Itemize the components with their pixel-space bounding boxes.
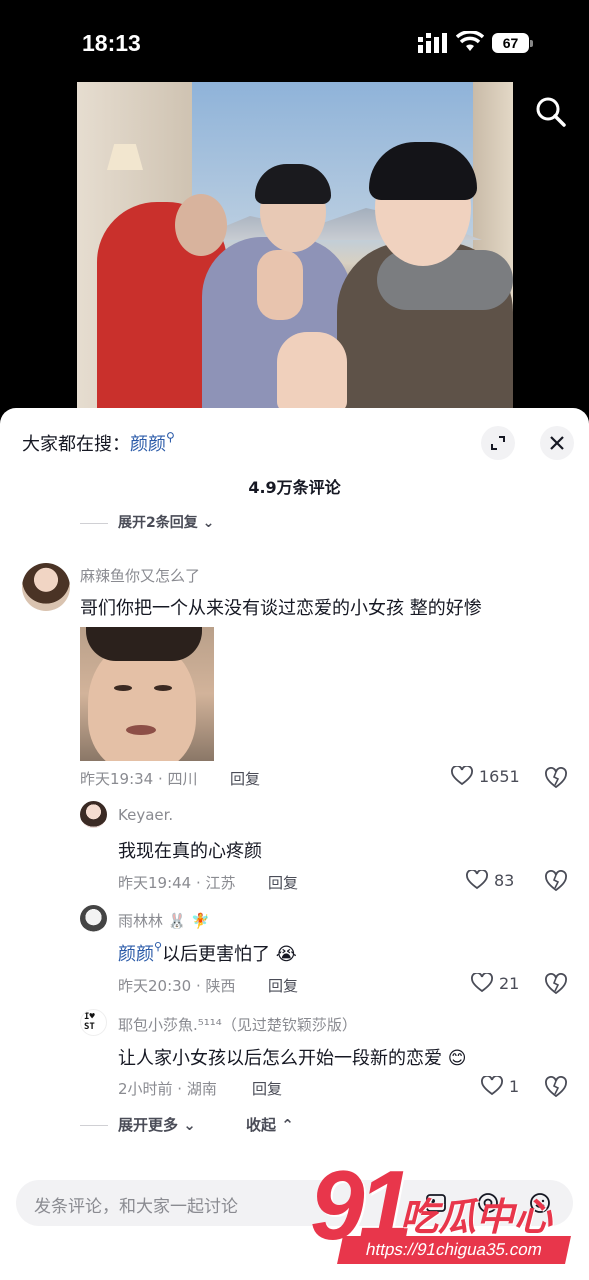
dislike-heart-icon[interactable] xyxy=(544,870,568,892)
heart-icon xyxy=(481,1076,503,1096)
search-keyword-icon: ⚲ xyxy=(154,940,163,953)
dislike-heart-icon[interactable] xyxy=(544,973,568,995)
reply-meta: 2小时前 · 湖南 xyxy=(118,1080,217,1098)
like-button[interactable]: 83 xyxy=(466,870,514,890)
comment-meta: 昨天19:34 · 四川 xyxy=(80,770,198,788)
like-button[interactable]: 21 xyxy=(471,973,519,993)
expand-button[interactable] xyxy=(481,426,515,460)
watermark-logo: 91 吃瓜中心 https://91chigua35.com xyxy=(290,1156,586,1280)
comment-image[interactable] xyxy=(80,627,214,761)
search-suggestion[interactable]: 大家都在搜：颜颜⚲ xyxy=(22,430,175,456)
status-bar: 18:13 67 xyxy=(0,0,589,86)
like-count: 21 xyxy=(499,973,520,993)
avatar[interactable] xyxy=(80,905,107,932)
chevron-down-icon: ⌄ xyxy=(183,1116,196,1134)
cellular-signal-icon xyxy=(418,33,447,53)
reply-text: 颜颜⚲以后更害怕了 😭 xyxy=(118,940,297,965)
reply-username[interactable]: Keyaer. xyxy=(118,806,173,824)
battery-level: 67 xyxy=(492,33,529,53)
comment-input-placeholder: 发条评论，和大家一起讨论 xyxy=(34,1197,238,1217)
search-keyword-icon: ⚲ xyxy=(166,430,175,444)
collapse-button[interactable]: 收起 ⌃ xyxy=(246,1114,294,1135)
status-time: 18:13 xyxy=(82,30,141,56)
chevron-up-icon: ⌃ xyxy=(281,1116,294,1134)
avatar[interactable] xyxy=(22,563,70,611)
expand-icon xyxy=(491,436,505,450)
wifi-icon xyxy=(456,31,484,51)
comments-count: 4.9万条评论 xyxy=(248,478,341,497)
dislike-heart-icon[interactable] xyxy=(544,767,568,789)
avatar[interactable] xyxy=(80,801,107,828)
heart-icon xyxy=(471,973,493,993)
like-button[interactable]: 1 xyxy=(481,1076,519,1096)
reply-button[interactable]: 回复 xyxy=(268,872,298,893)
close-button[interactable] xyxy=(540,426,574,460)
reply-meta: 昨天19:44 · 江苏 xyxy=(118,874,236,892)
heart-icon xyxy=(466,870,488,890)
reply-button[interactable]: 回复 xyxy=(252,1078,282,1099)
close-icon xyxy=(550,436,564,450)
reply-meta: 昨天20:30 · 陕西 xyxy=(118,977,236,995)
reply-button[interactable]: 回复 xyxy=(230,768,260,789)
mention-keyword[interactable]: 颜颜 xyxy=(118,944,154,965)
expand-replies-button[interactable]: 展开2条回复 ⌄ xyxy=(80,512,214,532)
search-keyword[interactable]: 颜颜 xyxy=(130,434,166,455)
dislike-heart-icon[interactable] xyxy=(544,1076,568,1098)
search-icon[interactable] xyxy=(533,94,569,130)
chevron-down-icon: ⌄ xyxy=(202,515,215,531)
avatar[interactable]: I♥ ST xyxy=(80,1009,107,1036)
like-count: 1 xyxy=(509,1076,520,1096)
watermark-url: https://91chigua35.com xyxy=(337,1236,571,1264)
reply-username[interactable]: 耶包小莎魚.⁵¹¹⁴（见过楚钦颖莎版） xyxy=(118,1014,357,1035)
like-count: 1651 xyxy=(479,766,520,786)
reply-button[interactable]: 回复 xyxy=(268,975,298,996)
reply-username[interactable]: 雨林林 🐰 🧚 xyxy=(118,910,210,931)
comment-text: 哥们你把一个从来没有谈过恋爱的小女孩 整的好惨 xyxy=(80,598,482,619)
battery-indicator: 67 xyxy=(492,33,534,53)
like-button[interactable]: 1651 xyxy=(451,766,520,786)
reply-text: 让人家小女孩以后怎么开始一段新的恋爱 😊 xyxy=(118,1048,467,1069)
comment-sheet: 大家都在搜：颜颜⚲ 4.9万条评论 展开2条回复 ⌄ 麻辣鱼你又怎么了 哥们你把… xyxy=(0,408,589,1280)
expand-more-button[interactable]: 展开更多 ⌄ xyxy=(80,1114,196,1135)
video-frame[interactable] xyxy=(77,82,513,412)
reply-text: 我现在真的心疼颜 xyxy=(118,841,262,862)
comment-username[interactable]: 麻辣鱼你又怎么了 xyxy=(80,565,200,586)
like-count: 83 xyxy=(494,870,515,890)
heart-icon xyxy=(451,766,473,786)
